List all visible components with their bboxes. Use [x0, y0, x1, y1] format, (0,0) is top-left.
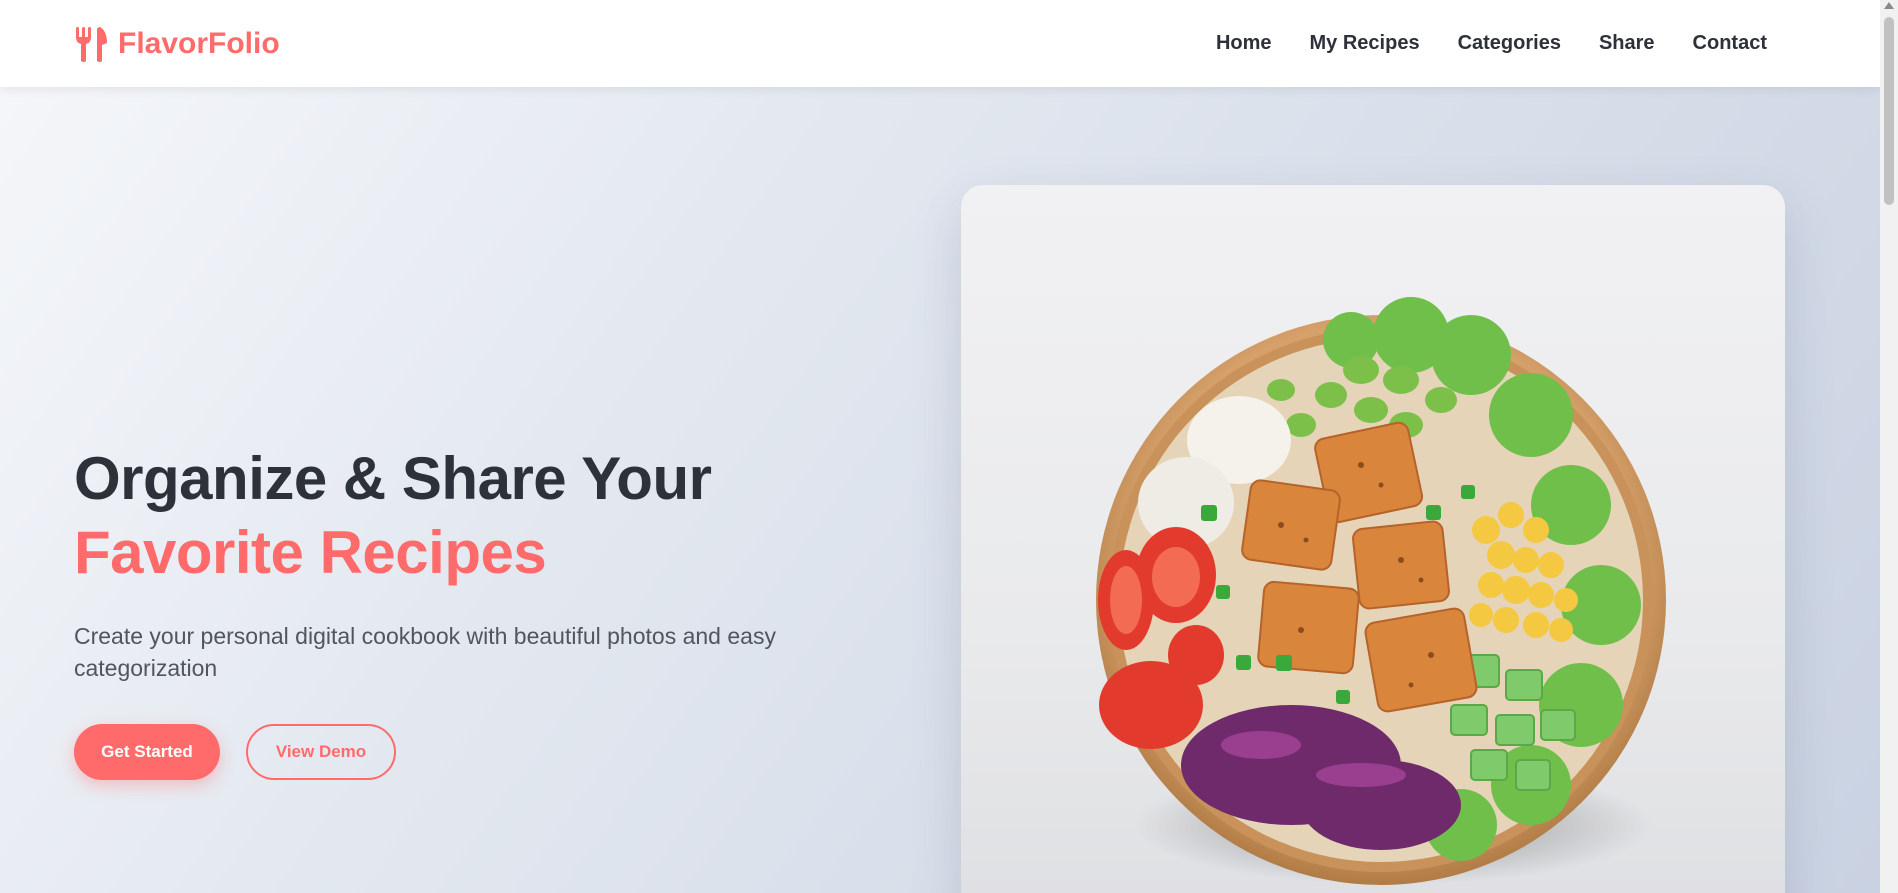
- scrollbar-thumb[interactable]: [1884, 17, 1894, 205]
- nav-categories[interactable]: Categories: [1458, 32, 1561, 55]
- salad-bowl-illustration: [1096, 297, 1666, 885]
- hero-actions: Get Started View Demo: [74, 724, 854, 780]
- hero-title-highlight: Favorite Recipes: [74, 519, 547, 586]
- hero-content: Organize & Share Your Favorite Recipes C…: [74, 442, 854, 780]
- utensils-icon: [74, 25, 108, 63]
- view-demo-button[interactable]: View Demo: [246, 724, 396, 780]
- brand-logo[interactable]: FlavorFolio: [74, 25, 280, 63]
- get-started-button[interactable]: Get Started: [74, 724, 220, 780]
- main-nav: Home My Recipes Categories Share Contact: [1216, 32, 1767, 55]
- hero-section: Organize & Share Your Favorite Recipes C…: [0, 87, 1880, 893]
- hero-title: Organize & Share Your Favorite Recipes: [74, 442, 854, 590]
- page-scrollbar[interactable]: [1880, 0, 1898, 893]
- hero-image: [961, 185, 1785, 893]
- site-header: FlavorFolio Home My Recipes Categories S…: [0, 0, 1880, 87]
- hero-subtitle: Create your personal digital cookbook wi…: [74, 623, 776, 681]
- scroll-up-arrow-icon[interactable]: [1884, 2, 1894, 9]
- nav-contact[interactable]: Contact: [1693, 32, 1767, 55]
- brand-name: FlavorFolio: [118, 26, 280, 60]
- hero-title-line1: Organize & Share Your: [74, 445, 712, 512]
- nav-share[interactable]: Share: [1599, 32, 1655, 55]
- nav-my-recipes[interactable]: My Recipes: [1310, 32, 1420, 55]
- nav-home[interactable]: Home: [1216, 32, 1272, 55]
